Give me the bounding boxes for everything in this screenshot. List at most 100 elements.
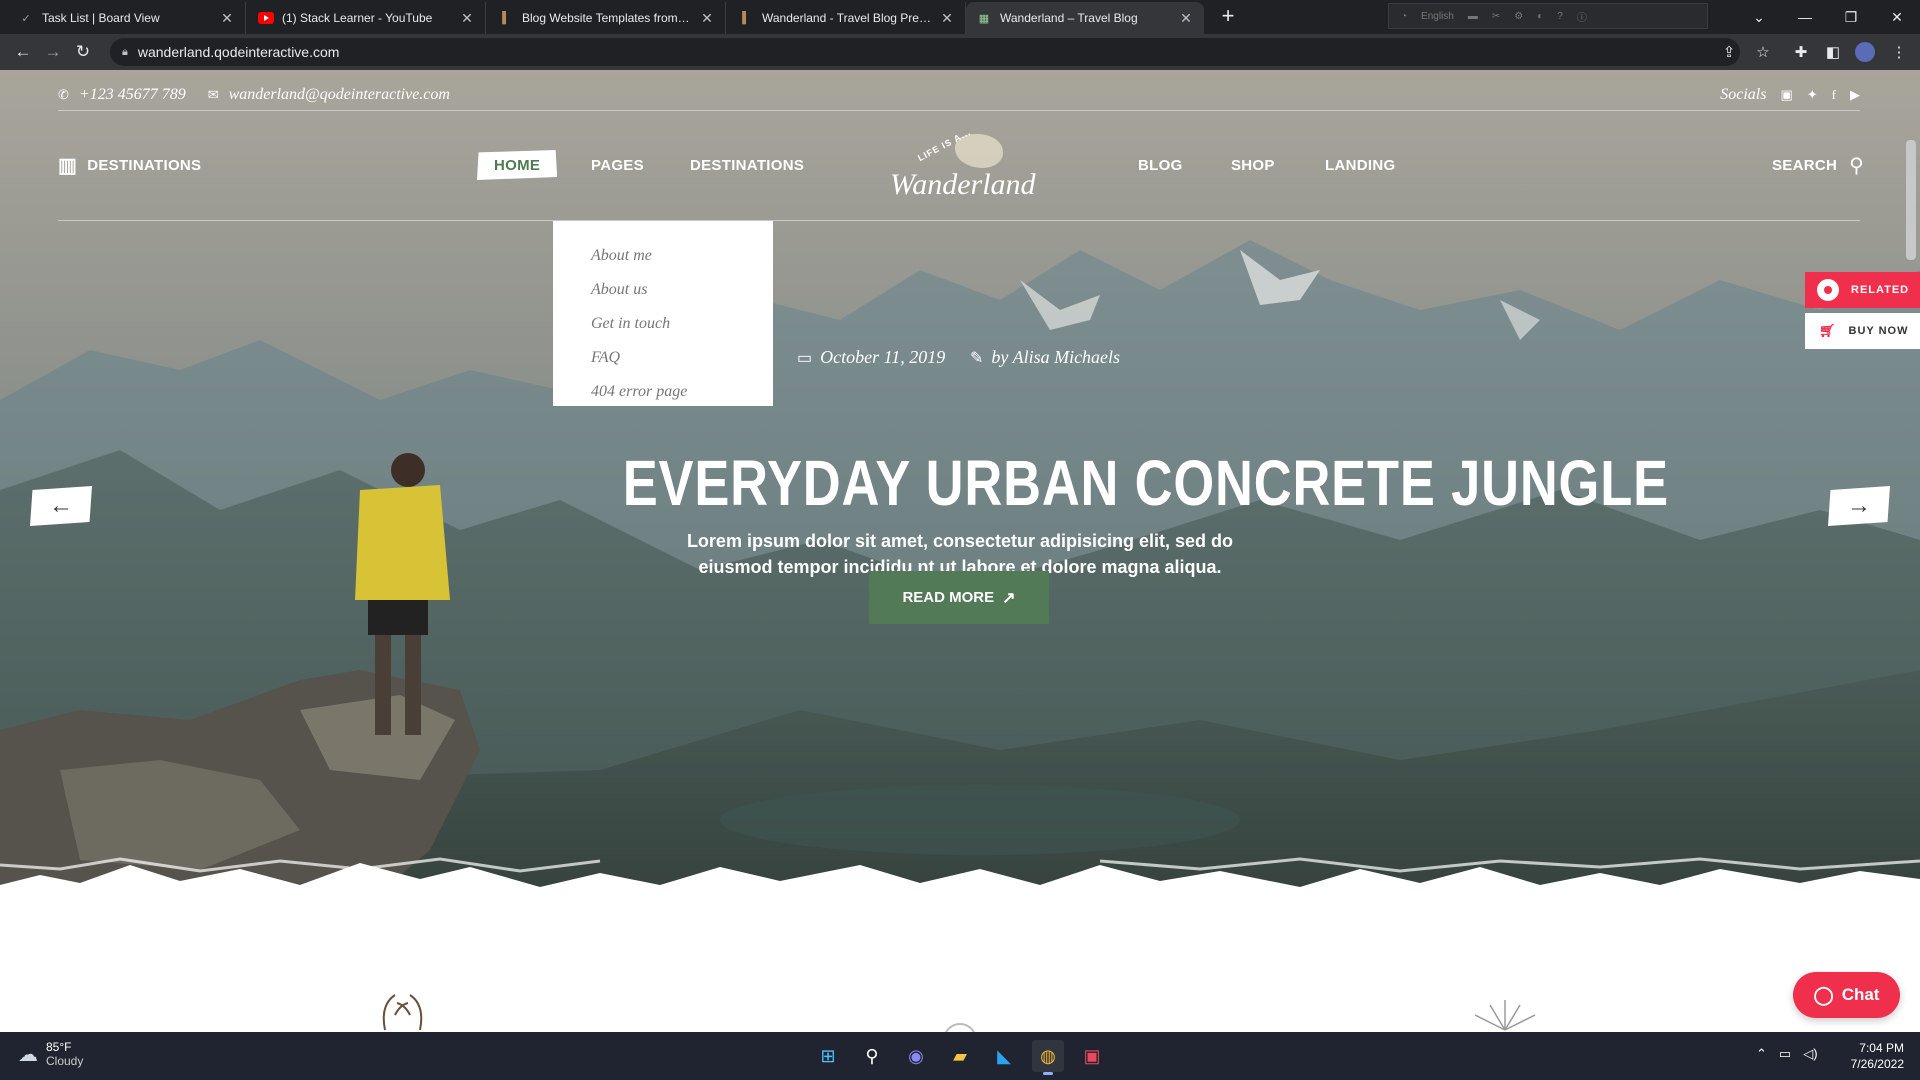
related-button[interactable]: RELATED [1805,272,1920,308]
menu-item-get-in-touch[interactable]: Get in touch [591,315,773,349]
weather-temp: 85°F [46,1040,72,1054]
back-arrow-icon[interactable]: ← [8,42,38,62]
vscode-icon[interactable]: ◣ [988,1040,1020,1072]
phone-contact[interactable]: ✆ +123 45677 789 [58,86,186,104]
windows-start-icon[interactable]: ⊞ [812,1040,844,1072]
lock-icon[interactable]: 🔒︎ [122,46,128,59]
browser-tab-wanderland-preview[interactable]: ▌ Wanderland - Travel Blog Previe ✕ [728,2,966,34]
volume-icon[interactable]: ◁) [1803,1046,1817,1062]
page-scrollbar-thumb[interactable] [1906,140,1916,260]
search-label: SEARCH [1772,156,1838,174]
new-tab-button[interactable]: + [1215,4,1241,30]
post-title[interactable]: EVERYDAY URBAN CONCRETE JUNGLE [623,446,1668,520]
screen-recorder-icon[interactable]: ▣ [1076,1040,1108,1072]
wanderland-logo[interactable]: LIFE IS A... Wanderland [880,127,1040,210]
instagram-icon[interactable]: ▣ [1780,87,1792,103]
chat-bubble-icon: ◯ [1813,984,1834,1005]
related-icon [1817,279,1839,301]
tab-search-chevron-icon[interactable]: ⌄ [1736,0,1782,34]
weather-widget[interactable]: ☁ 85°F Cloudy [18,1040,83,1068]
gear-icon[interactable]: ⚙ [1514,11,1523,22]
pencil-icon: ✎ [970,349,984,367]
extensions-puzzle-icon[interactable]: ✚ [1786,34,1816,70]
search-icon[interactable]: ⚲ [856,1040,888,1072]
close-tab-icon[interactable]: ✕ [1178,10,1194,27]
clock[interactable]: 7:04 PM 7/26/2022 [1834,1040,1904,1072]
email-contact[interactable]: ✉ wanderland@qodeinteractive.com [208,86,450,104]
extension-icon[interactable]: ▬ [1468,11,1478,22]
logo-name: Wanderland [890,168,1036,201]
network-icon[interactable]: ▭ [1779,1046,1791,1062]
extension-icon[interactable]: ✂ [1492,11,1500,22]
nav-shop-label: SHOP [1231,156,1275,174]
youtube-icon[interactable]: ▶ [1850,87,1860,103]
menu-item-about-me[interactable]: About me [591,247,773,281]
browser-toolbar: ← → ↻ 🔒︎ wanderland.qodeinteractive.com … [0,34,1920,70]
teams-chat-icon[interactable]: ◉ [900,1040,932,1072]
clock-time: 7:04 PM [1859,1041,1904,1055]
slider-next-button[interactable]: → [1828,486,1890,526]
restore-button[interactable]: ❐ [1828,0,1874,34]
pages-dropdown-menu: About me About us Get in touch FAQ 404 e… [553,221,773,406]
close-tab-icon[interactable]: ✕ [939,10,955,27]
slider-prev-button[interactable]: ← [30,486,92,526]
arrow-up-right-icon: ↗ [1002,589,1016,607]
reload-icon[interactable]: ↻ [68,42,98,62]
file-explorer-icon[interactable]: ▰ [944,1040,976,1072]
browser-tab-blog-templates[interactable]: ▌ Blog Website Templates from Th ✕ [488,2,726,34]
minimize-button[interactable]: — [1782,0,1828,34]
chat-button[interactable]: ◯ Chat [1793,972,1900,1018]
phone-number: +123 45677 789 [78,86,186,103]
edge-icon[interactable]: ◐ [1537,11,1543,22]
chevron-up-icon[interactable]: ⌃ [1756,1046,1767,1062]
menu-kebab-icon[interactable]: ⋮ [1884,34,1914,70]
side-panel-icon[interactable]: ◧ [1818,34,1848,70]
tab-title: (1) Stack Learner - YouTube [282,11,433,25]
cloud-icon: ☁ [18,1043,38,1066]
destinations-menu-toggle[interactable]: ▥ DESTINATIONS [58,150,201,180]
menu-item-faq[interactable]: FAQ [591,349,773,383]
facebook-icon[interactable]: f [1832,87,1836,103]
help-icon[interactable]: ? [1557,11,1563,22]
share-icon[interactable]: ⇪ [1714,34,1744,70]
url-text: wanderland.qodeinteractive.com [137,44,340,60]
nav-blog[interactable]: BLOG [1138,150,1183,180]
forward-arrow-icon[interactable]: → [38,42,68,62]
close-tab-icon[interactable]: ✕ [459,10,475,27]
arrow-left-icon: ← [49,492,73,519]
nav-destinations[interactable]: DESTINATIONS [690,150,804,180]
close-tab-icon[interactable]: ✕ [699,10,715,27]
info-icon[interactable]: ⓘ [1577,9,1587,24]
twitter-icon[interactable]: ✦ [1807,87,1818,103]
close-window-button[interactable]: ✕ [1874,0,1920,34]
cart-icon: 🛒︎ [1819,323,1837,338]
nav-home-label: HOME [494,156,541,174]
search-icon: ⚲ [1849,154,1865,177]
menu-item-404[interactable]: 404 error page [591,383,773,417]
search-toggle[interactable]: SEARCH ⚲ [1772,150,1864,180]
post-author[interactable]: ✎ by Alisa Michaels [970,347,1120,368]
post-date[interactable]: ▭ October 11, 2019 [797,347,945,368]
nav-destinations-label: DESTINATIONS [690,156,805,174]
hero-slider: ✆ +123 45677 789 ✉ wanderland@qodeinteract… [0,70,1920,970]
divider [58,110,1860,111]
chrome-icon[interactable]: ◍ [1032,1040,1064,1075]
extension-icon[interactable]: ◔ [1401,11,1407,22]
browser-tab-wanderland[interactable]: ▦ Wanderland – Travel Blog ✕ [966,2,1204,34]
address-bar[interactable]: 🔒︎ wanderland.qodeinteractive.com [110,38,1740,66]
nav-landing[interactable]: LANDING [1325,150,1395,180]
buy-now-button[interactable]: 🛒︎ BUY NOW [1805,313,1920,349]
close-tab-icon[interactable]: ✕ [219,10,235,27]
tab-title: Wanderland - Travel Blog Previe [762,11,931,25]
nav-home[interactable]: HOME [477,150,558,180]
windows-taskbar: ☁ 85°F Cloudy ⊞ ⚲ ◉ ▰ ◣ ◍ ▣ ⌃ ▭ ◁) 7:04 … [0,1032,1920,1080]
nav-blog-label: BLOG [1138,156,1183,174]
menu-item-about-us[interactable]: About us [591,281,773,315]
browser-tab-task-list[interactable]: ✓ Task List | Board View ✕ [8,2,246,34]
nav-pages[interactable]: PAGES [591,150,644,180]
browser-tab-youtube[interactable]: (1) Stack Learner - YouTube ✕ [248,2,486,34]
profile-avatar[interactable] [1850,34,1880,70]
nav-shop[interactable]: SHOP [1231,150,1275,180]
bookmark-star-icon[interactable]: ☆ [1748,34,1778,70]
read-more-button[interactable]: READ MORE ↗ [869,571,1049,624]
